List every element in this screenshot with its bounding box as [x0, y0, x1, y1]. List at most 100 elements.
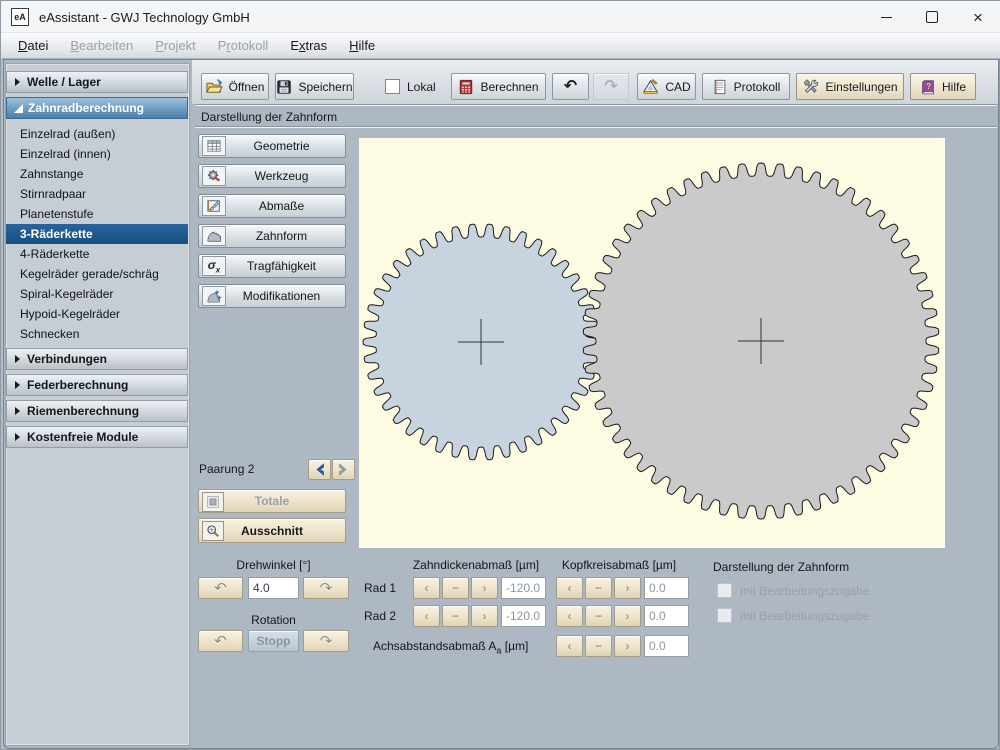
center-distance-reset-button[interactable]: −: [585, 635, 612, 657]
rotate-ccw-icon: ↶: [214, 632, 227, 650]
next-pairing-button[interactable]: [332, 459, 355, 480]
total-view-button[interactable]: Totale: [198, 489, 346, 513]
sidebar-item-schnecken[interactable]: Schnecken: [6, 324, 188, 344]
sidebar-header-riemenberechnung[interactable]: Riemenberechnung: [6, 400, 188, 422]
rotation-ccw-button[interactable]: ↶: [198, 630, 243, 652]
close-button[interactable]: ×: [955, 1, 1000, 33]
rad1-thickness-reset-button[interactable]: −: [442, 577, 469, 599]
rad2-thickness-reset-button[interactable]: −: [442, 605, 469, 627]
spin-increase-icon: ›: [626, 609, 630, 623]
center-distance-increase-button[interactable]: ›: [614, 635, 641, 657]
rotation-cw-button[interactable]: ↷: [303, 630, 349, 652]
sidebar-item-zahnstange[interactable]: Zahnstange: [6, 164, 188, 184]
rad1-label: Rad 1: [364, 581, 396, 595]
tool-button[interactable]: Werkzeug: [198, 164, 346, 188]
rad1-tip-decrease-button[interactable]: ‹: [556, 577, 583, 599]
modifications-button[interactable]: Modifikationen: [198, 284, 346, 308]
spin-line-icon: −: [595, 609, 602, 623]
spin-decrease-icon: ‹: [425, 581, 429, 595]
allowances-button[interactable]: Abmaße: [198, 194, 346, 218]
sigma-icon: σx: [202, 256, 226, 276]
open-button[interactable]: Öffnen: [201, 73, 269, 100]
sidebar-item-kegelraeder[interactable]: Kegelräder gerade/schräg: [6, 264, 188, 284]
sidebar-item-einzelrad-innen[interactable]: Einzelrad (innen): [6, 144, 188, 164]
minimize-button[interactable]: [863, 1, 909, 33]
pairing-label: Paarung 2: [199, 462, 254, 476]
rad1-tip-reset-button[interactable]: −: [585, 577, 612, 599]
cad-button[interactable]: CAD: [637, 73, 696, 100]
rotate-ccw-icon: ↶: [214, 579, 227, 597]
total-view-icon: [202, 492, 224, 512]
rad2-tip-input[interactable]: [644, 605, 689, 627]
rad2-thickness-decrease-button[interactable]: ‹: [413, 605, 440, 627]
load-capacity-button[interactable]: σx Tragfähigkeit: [198, 254, 346, 278]
redo-button[interactable]: ↷: [593, 73, 629, 100]
sidebar-item-spiral-kegelraeder[interactable]: Spiral-Kegelräder: [6, 284, 188, 304]
menu-protokoll[interactable]: Protokoll: [207, 33, 280, 59]
sidebar-header-federberechnung[interactable]: Federberechnung: [6, 374, 188, 396]
local-checkbox[interactable]: [385, 79, 400, 94]
section-view-button[interactable]: Ausschnitt: [198, 518, 346, 543]
center-distance-input[interactable]: [644, 635, 689, 657]
sidebar-header-verbindungen[interactable]: Verbindungen: [6, 348, 188, 370]
sidebar-header-welle-lager[interactable]: Welle / Lager: [6, 71, 188, 93]
menu-hilfe[interactable]: Hilfe: [338, 33, 386, 59]
tooth-form-button[interactable]: Zahnform: [198, 224, 346, 248]
close-icon: ×: [973, 9, 983, 26]
tip-circle-header: Kopfkreisabmaß [µm]: [549, 558, 689, 572]
rotate-cw-step-button[interactable]: ↷: [303, 577, 349, 599]
rad1-tip-increase-button[interactable]: ›: [614, 577, 641, 599]
sidebar-item-hypoid-kegelraeder[interactable]: Hypoid-Kegelräder: [6, 304, 188, 324]
sidebar-item-4-raederkette[interactable]: 4-Räderkette: [6, 244, 188, 264]
spin-increase-icon: ›: [483, 581, 487, 595]
menu-extras[interactable]: Extras: [279, 33, 338, 59]
save-button[interactable]: Speichern: [275, 73, 354, 100]
undo-button[interactable]: ↶: [552, 73, 589, 100]
gear-drawing-area[interactable]: [359, 138, 945, 548]
spin-decrease-icon: ‹: [568, 581, 572, 595]
rotate-cw-icon: ↷: [320, 579, 333, 597]
sidebar-item-planetenstufe[interactable]: Planetenstufe: [6, 204, 188, 224]
rad2-thickness-input[interactable]: [501, 605, 546, 627]
rad1-thickness-decrease-button[interactable]: ‹: [413, 577, 440, 599]
machining-allowance-checkbox-2[interactable]: [717, 608, 732, 623]
sidebar-header-zahnradberechnung[interactable]: Zahnradberechnung: [6, 97, 188, 119]
spin-line-icon: −: [452, 581, 459, 595]
rad1-thickness-increase-button[interactable]: ›: [471, 577, 498, 599]
calculate-button[interactable]: Berechnen: [451, 73, 546, 100]
chevron-expanded-icon: [14, 104, 23, 113]
rad2-tip-reset-button[interactable]: −: [585, 605, 612, 627]
previous-pairing-button[interactable]: [308, 459, 331, 480]
sidebar-item-3-raederkette[interactable]: 3-Räderkette: [6, 224, 188, 244]
rotation-label: Rotation: [198, 613, 349, 627]
sidebar-item-einzelrad-aussen[interactable]: Einzelrad (außen): [6, 124, 188, 144]
spin-increase-icon: ›: [483, 609, 487, 623]
maximize-button[interactable]: [909, 1, 955, 33]
machining-allowance-checkbox-1[interactable]: [717, 583, 732, 598]
spin-decrease-icon: ‹: [568, 639, 572, 653]
center-distance-decrease-button[interactable]: ‹: [556, 635, 583, 657]
menu-bearbeiten[interactable]: Bearbeiten: [59, 33, 144, 59]
rad2-thickness-increase-button[interactable]: ›: [471, 605, 498, 627]
rad2-tip-decrease-button[interactable]: ‹: [556, 605, 583, 627]
geometry-button[interactable]: Geometrie: [198, 134, 346, 158]
sidebar-item-stirnradpaar[interactable]: Stirnradpaar: [6, 184, 188, 204]
protocol-button[interactable]: Protokoll: [702, 73, 790, 100]
tool-gear-icon: [202, 166, 226, 186]
calculator-icon: [458, 79, 474, 95]
help-button[interactable]: ? Hilfe: [910, 73, 976, 100]
local-checkbox-group: Lokal: [385, 73, 436, 100]
settings-button[interactable]: Einstellungen: [796, 73, 904, 100]
rotation-stop-button[interactable]: Stopp: [248, 630, 299, 652]
menu-projekt[interactable]: Projekt: [144, 33, 206, 59]
menu-datei[interactable]: Datei: [7, 33, 59, 59]
rad1-thickness-input[interactable]: [501, 577, 546, 599]
rad1-tip-input[interactable]: [644, 577, 689, 599]
sidebar-header-kostenfreie-module[interactable]: Kostenfreie Module: [6, 426, 188, 448]
rotate-ccw-step-button[interactable]: ↶: [198, 577, 243, 599]
rad2-tip-increase-button[interactable]: ›: [614, 605, 641, 627]
help-book-icon: ?: [920, 79, 936, 95]
angle-input[interactable]: [248, 577, 299, 599]
rotate-cw-icon: ↷: [320, 632, 333, 650]
machining-allowance-option-2: mit Bearbeitungszugabe: [717, 608, 869, 623]
